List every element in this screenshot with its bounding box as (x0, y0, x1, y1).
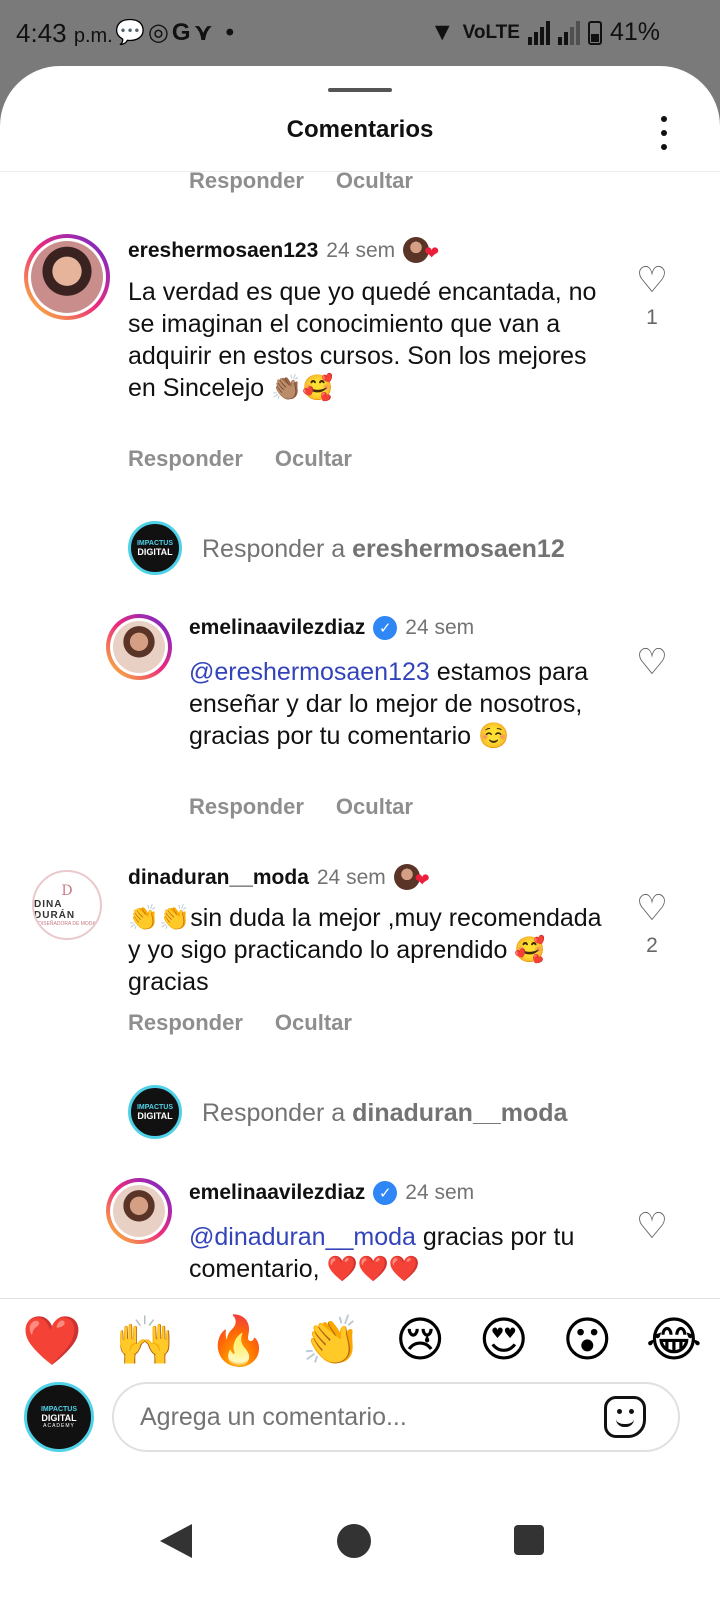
hide-button[interactable]: Ocultar (336, 168, 413, 194)
heart-outline-icon[interactable]: ♡ (632, 262, 672, 298)
emoji-surprised[interactable]: 😮 (562, 1312, 612, 1369)
avatar-dinaduran-moda[interactable]: D DINA DURÁN DISEÑADORA DE MODA (32, 870, 102, 940)
reply-username[interactable]: emelinaavilezdiaz (189, 1181, 365, 1205)
comment-username[interactable]: dinaduran__moda (128, 866, 309, 890)
dina-logo-sub: DISEÑADORA DE MODA (38, 921, 96, 927)
comment-text: La verdad es que yo quedé encantada, no … (128, 278, 597, 402)
like-column: ♡ 2 (632, 890, 672, 958)
own-avatar: IMPACTUS DIGITAL ACADEMY (24, 1382, 94, 1452)
sheet-title: Comentarios (286, 116, 434, 143)
wifi-icon: ▼ (429, 18, 455, 46)
verified-badge-icon: ✓ (373, 1181, 398, 1205)
own-avatar-small: IMPACTUS DIGITAL (128, 1085, 182, 1139)
home-icon[interactable] (337, 1524, 371, 1558)
comment-text: 👏👏sin duda la mejor ,muy recomendada y y… (128, 904, 602, 996)
reply-button[interactable]: Responder (128, 446, 243, 472)
status-right: ▼ VoLTE 41% (430, 18, 660, 47)
own-avatar-small: IMPACTUS DIGITAL (128, 521, 182, 575)
mention-link[interactable]: @dinaduran__moda (189, 1223, 416, 1251)
comment-time: 24 sem (326, 239, 396, 262)
emoji-heart[interactable]: ❤️ (22, 1312, 82, 1369)
status-bar: 4:43 p.m. 💬◎G⋎ • ▼ VoLTE 41% (0, 0, 720, 66)
more-options-icon[interactable] (654, 116, 674, 150)
emoji-heart-eyes[interactable]: 😍 (479, 1312, 529, 1369)
liked-by-author-icon: ❤ (403, 237, 439, 265)
reply-button[interactable]: Responder (189, 168, 304, 194)
reply-username[interactable]: emelinaavilezdiaz (189, 616, 365, 640)
avatar-emelinaavilezdiaz[interactable] (106, 1178, 172, 1244)
recents-icon[interactable] (514, 1525, 544, 1555)
status-time-ampm: p.m. (73, 25, 113, 47)
signal-strength-icon (527, 20, 550, 45)
comment-header: dinaduran__moda 24 sem ❤ (128, 864, 430, 892)
reply-time: 24 sem (405, 1181, 475, 1204)
like-column: ♡ (632, 644, 672, 680)
comment-actions: Responder Ocultar (128, 446, 352, 472)
heart-outline-icon[interactable]: ♡ (632, 644, 672, 680)
volte-label: VoLTE (462, 21, 520, 43)
like-column: ♡ 1 (632, 262, 672, 330)
reply-to-prompt[interactable]: Responder a dinaduran__moda (202, 1099, 567, 1128)
dina-logo-name: DINA DURÁN (34, 899, 76, 921)
reply-button[interactable]: Responder (128, 1010, 243, 1036)
system-nav-bar (0, 1488, 720, 1600)
reply-actions: Responder Ocultar (189, 794, 413, 820)
hide-button[interactable]: Ocultar (275, 1010, 352, 1036)
hide-button[interactable]: Ocultar (275, 446, 352, 472)
reply-header: emelinaavilezdiaz ✓ 24 sem (189, 1181, 474, 1205)
reply-time: 24 sem (405, 616, 475, 639)
reply-text: @ereshermosaen123 estamos para enseñar y… (189, 658, 589, 750)
emoji-fire[interactable]: 🔥 (209, 1312, 269, 1369)
comment-username[interactable]: ereshermosaen123 (128, 239, 318, 263)
emoji-crying[interactable]: 😢 (395, 1312, 445, 1369)
hide-button[interactable]: Ocultar (336, 794, 413, 820)
mention-link[interactable]: @ereshermosaen123 (189, 658, 430, 686)
battery-icon (587, 20, 602, 45)
reply-to-prompt[interactable]: Responder a ereshermosaen12 (202, 535, 565, 564)
comment-header: ereshermosaen123 24 sem ❤ (128, 237, 439, 265)
emoji-bar-divider (0, 1298, 720, 1299)
avatar-ereshermosaen123[interactable] (24, 234, 110, 320)
emoji-quick-bar: ❤️ 🙌 🔥 👏 😢 😍 😮 😂 (22, 1312, 702, 1369)
reply-header: emelinaavilezdiaz ✓ 24 sem (189, 616, 474, 640)
reply-button[interactable]: Responder (189, 794, 304, 820)
avatar-emelinaavilezdiaz[interactable] (106, 614, 172, 680)
comment-input[interactable] (140, 1398, 600, 1436)
heart-outline-icon[interactable]: ♡ (632, 890, 672, 926)
sheet-drag-handle[interactable] (328, 88, 392, 92)
reply-text: @dinaduran__moda gracias por tu comentar… (189, 1223, 575, 1283)
back-icon[interactable] (160, 1524, 192, 1558)
verified-badge-icon: ✓ (373, 616, 398, 640)
status-time-value: 4:43 (16, 18, 67, 48)
like-count: 1 (646, 306, 658, 329)
liked-by-author-icon: ❤ (393, 864, 430, 892)
previous-comment-actions: Responder Ocultar (189, 168, 413, 194)
sticker-icon[interactable] (604, 1396, 646, 1438)
emoji-raised-hands[interactable]: 🙌 (115, 1312, 175, 1369)
comment-time: 24 sem (316, 866, 386, 889)
status-time: 4:43 p.m. (16, 18, 113, 49)
heart-outline-icon[interactable]: ♡ (632, 1208, 672, 1244)
battery-percent: 41% (609, 18, 660, 46)
like-count: 2 (646, 934, 658, 957)
signal-strength-2-icon (557, 20, 580, 45)
comment-actions: Responder Ocultar (128, 1010, 352, 1036)
emoji-clap[interactable]: 👏 (302, 1312, 362, 1369)
dina-logo-mark: D (61, 883, 73, 899)
emoji-laughing[interactable]: 😂 (646, 1312, 702, 1369)
comments-sheet: Comentarios Responder Ocultar ereshermos… (0, 66, 720, 1600)
notification-icons: 💬◎G⋎ • (115, 19, 238, 46)
like-column: ♡ (632, 1208, 672, 1244)
comment-composer (112, 1382, 680, 1452)
